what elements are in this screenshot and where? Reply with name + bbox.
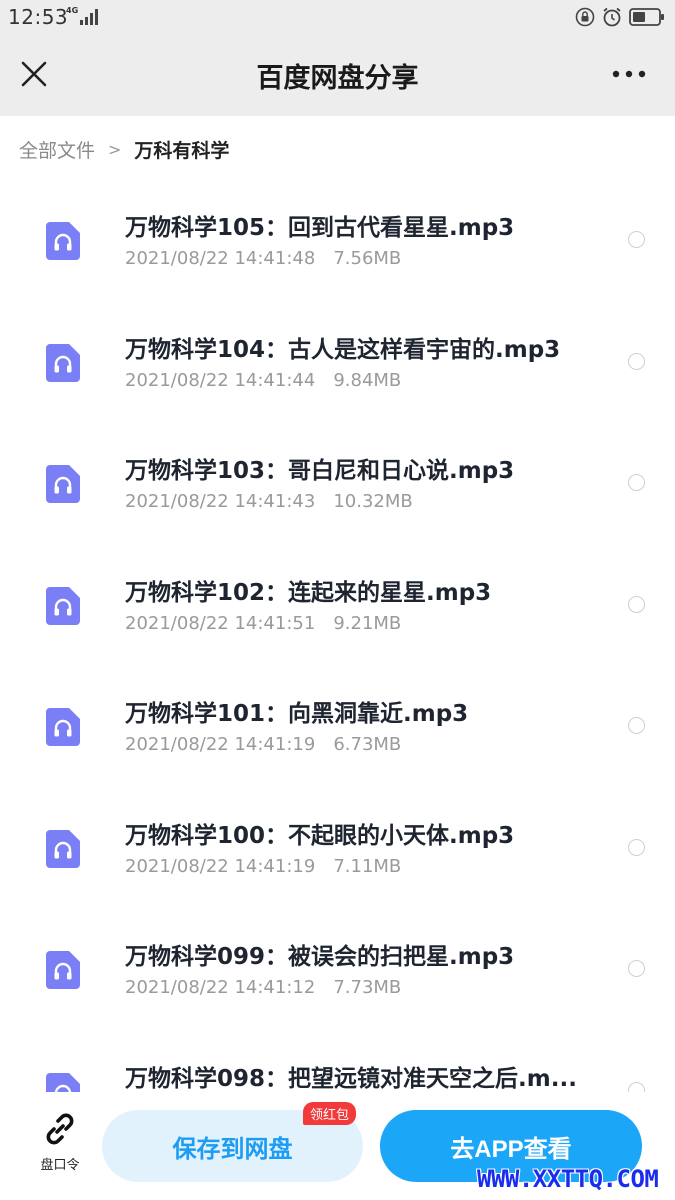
file-row[interactable]: 万物科学102：连起来的星星.mp3 2021/08/22 14:41:51 9.2… <box>0 545 675 666</box>
file-select-radio[interactable] <box>628 231 645 248</box>
red-packet-badge: 领红包 <box>303 1102 357 1125</box>
file-name: 万物科学103：哥白尼和日心说.mp3 <box>125 458 515 484</box>
file-date: 2021/08/22 14:41:51 <box>125 613 316 634</box>
breadcrumb: 全部文件 > 万科有科学 <box>19 136 229 163</box>
file-select-radio[interactable] <box>628 474 645 491</box>
battery-icon <box>629 8 664 26</box>
file-row[interactable]: 万物科学100：不起眼的小天体.mp3 2021/08/22 14:41:19 7.… <box>0 788 675 909</box>
file-row[interactable]: 万物科学104：古人是这样看宇宙的.mp3 2021/08/22 14:41:44… <box>0 302 675 423</box>
file-date: 2021/08/22 14:41:44 <box>125 370 316 391</box>
link-icon <box>46 1113 74 1145</box>
more-icon[interactable] <box>611 64 647 84</box>
file-meta: 2021/08/22 14:41:44 9.84MB <box>125 370 401 391</box>
file-name: 万物科学101：向黑洞靠近.mp3 <box>125 701 469 727</box>
file-row[interactable]: 万物科学105：回到古代看星星.mp3 2021/08/22 14:41:48 7.… <box>0 180 675 301</box>
file-meta: 2021/08/22 14:41:43 10.32MB <box>125 491 413 512</box>
file-size: 6.73MB <box>333 734 402 755</box>
pan-ling-label: 盘口令 <box>40 1158 80 1173</box>
file-select-radio[interactable] <box>628 839 645 856</box>
watermark: WWW.XXTTQ.COM <box>477 1165 659 1193</box>
breadcrumb-separator: > <box>108 140 122 159</box>
file-date: 2021/08/22 14:41:48 <box>125 248 316 269</box>
audio-file-icon <box>46 344 80 382</box>
file-select-radio[interactable] <box>628 960 645 977</box>
breadcrumb-current: 万科有科学 <box>134 140 230 162</box>
file-size: 7.11MB <box>333 856 402 877</box>
breadcrumb-root[interactable]: 全部文件 <box>19 136 95 163</box>
audio-file-icon <box>46 587 80 625</box>
file-date: 2021/08/22 14:41:12 <box>125 977 316 998</box>
file-select-radio[interactable] <box>628 353 645 370</box>
file-meta: 2021/08/22 14:41:12 7.73MB <box>125 977 401 998</box>
file-meta: 2021/08/22 14:41:19 7.11MB <box>125 856 401 877</box>
file-row[interactable]: 万物科学101：向黑洞靠近.mp3 2021/08/22 14:41:19 6.73… <box>0 666 675 787</box>
file-select-radio[interactable] <box>628 596 645 613</box>
file-meta: 2021/08/22 14:41:48 7.56MB <box>125 248 401 269</box>
file-list: 万物科学105：回到古代看星星.mp3 2021/08/22 14:41:48 7.… <box>0 180 675 1092</box>
network-type: 4G <box>66 6 79 15</box>
pan-ling-button[interactable]: 盘口令 <box>28 1110 92 1173</box>
file-row[interactable]: 万物科学099：被误会的扫把星.mp3 2021/08/22 14:41:12 7.… <box>0 909 675 1030</box>
file-row[interactable]: 万物科学103：哥白尼和日心说.mp3 2021/08/22 14:41:43 10… <box>0 423 675 544</box>
audio-file-icon <box>46 830 80 868</box>
alarm-icon <box>603 7 621 27</box>
audio-file-icon <box>46 465 80 503</box>
file-select-radio[interactable] <box>628 1082 645 1092</box>
status-bar: 12:53 4G <box>0 0 675 34</box>
audio-file-icon <box>46 1073 80 1092</box>
file-select-radio[interactable] <box>628 717 645 734</box>
file-date: 2021/08/22 14:41:19 <box>125 856 316 877</box>
lock-rotation-icon <box>575 7 595 27</box>
file-date: 2021/08/22 14:41:19 <box>125 734 316 755</box>
file-name: 万物科学104：古人是这样看宇宙的.mp3 <box>125 337 561 363</box>
file-size: 10.32MB <box>333 491 413 512</box>
file-size: 9.84MB <box>333 370 402 391</box>
file-name: 万物科学100：不起眼的小天体.mp3 <box>125 823 515 849</box>
audio-file-icon <box>46 951 80 989</box>
file-meta: 2021/08/22 14:41:19 6.73MB <box>125 734 401 755</box>
audio-file-icon <box>46 708 80 746</box>
file-size: 9.21MB <box>333 613 402 634</box>
file-row[interactable]: 万物科学098：把望远镜对准天空之后.m... <box>0 1031 675 1092</box>
file-meta: 2021/08/22 14:41:51 9.21MB <box>125 613 401 634</box>
file-name: 万物科学102：连起来的星星.mp3 <box>125 580 492 606</box>
signal-icon <box>80 9 98 25</box>
nav-bar: 百度网盘分享 <box>0 34 675 116</box>
file-name: 万物科学105：回到古代看星星.mp3 <box>125 215 515 241</box>
file-size: 7.73MB <box>333 977 402 998</box>
file-name: 万物科学098：把望远镜对准天空之后.m... <box>125 1066 577 1092</box>
file-name: 万物科学099：被误会的扫把星.mp3 <box>125 944 515 970</box>
page-title: 百度网盘分享 <box>256 63 419 94</box>
status-time: 12:53 <box>8 5 69 29</box>
audio-file-icon <box>46 222 80 260</box>
file-date: 2021/08/22 14:41:43 <box>125 491 316 512</box>
file-size: 7.56MB <box>333 248 402 269</box>
